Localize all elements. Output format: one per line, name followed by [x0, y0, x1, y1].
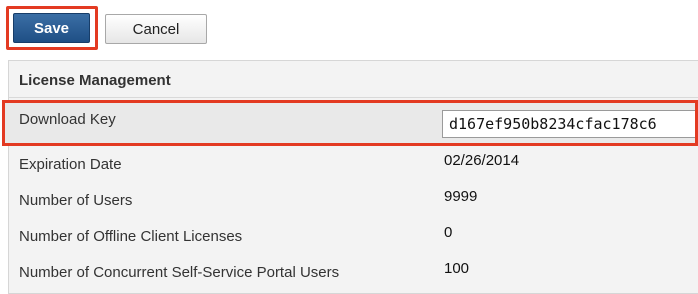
offline-client-licenses-label: Number of Offline Client Licenses	[19, 228, 243, 245]
panel-title: License Management	[19, 72, 171, 89]
cancel-button[interactable]: Cancel	[105, 14, 207, 44]
expiration-date-value: 02/26/2014	[444, 152, 520, 169]
license-management-panel: License Management	[8, 60, 698, 294]
download-key-highlight	[2, 100, 698, 146]
offline-client-licenses-value: 0	[444, 224, 453, 241]
panel-divider	[9, 97, 698, 98]
expiration-date-label: Expiration Date	[19, 156, 122, 173]
concurrent-portal-users-value: 100	[444, 260, 470, 277]
license-management-screen: Save Cancel License Management Download …	[0, 0, 698, 294]
save-button[interactable]: Save	[13, 13, 90, 43]
number-of-users-value: 9999	[444, 188, 478, 205]
number-of-users-label: Number of Users	[19, 192, 133, 209]
concurrent-portal-users-label: Number of Concurrent Self-Service Portal…	[19, 264, 340, 281]
